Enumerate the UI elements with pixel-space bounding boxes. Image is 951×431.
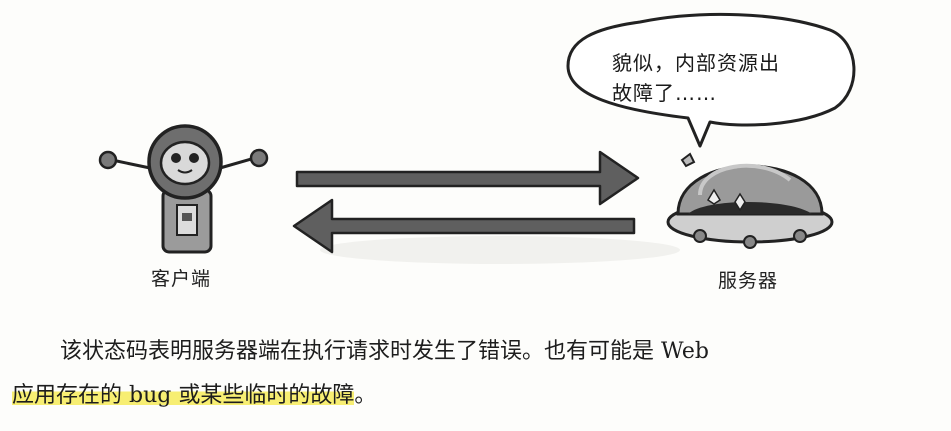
client-label: 客户端: [151, 268, 212, 290]
illustration: 貌似，内部资源出 故障了…… 客户端 服务器: [0, 0, 951, 300]
body-paragraph: 该状态码表明服务器端在执行请求时发生了错误。也有可能是 Web 应用存在的 bu…: [12, 330, 942, 418]
server-label: 服务器: [718, 270, 779, 292]
paragraph-line-2-tail: 。: [354, 383, 377, 408]
request-arrow-icon: [295, 150, 640, 206]
paragraph-line-1: 该状态码表明服务器端在执行请求时发生了错误。也有可能是 Web: [60, 339, 709, 364]
highlighted-text: 应用存在的 bug 或某些临时的故障: [12, 383, 355, 408]
speech-bubble-text: 貌似，内部资源出 故障了……: [612, 51, 780, 105]
paragraph-line-2: 应用存在的 bug 或某些临时的故障。: [12, 374, 376, 418]
client-robot-icon: [98, 124, 269, 254]
illustration-svg: [98, 12, 856, 264]
server-icon: [666, 152, 834, 249]
